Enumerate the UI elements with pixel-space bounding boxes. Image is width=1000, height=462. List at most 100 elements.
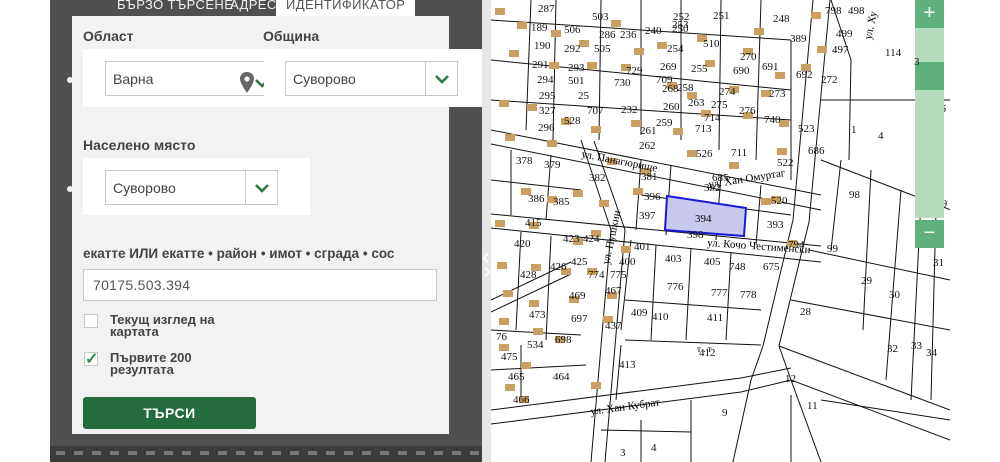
chevron-down-icon[interactable] [245, 171, 277, 204]
parcel-number: 691 [762, 61, 779, 73]
parcel-number: 403 [665, 253, 682, 265]
parcel-number: 272 [821, 74, 838, 86]
parcel-number: 295 [539, 90, 556, 102]
strip-dash [254, 451, 263, 455]
parcel-number: 413 [619, 359, 636, 371]
parcel-number: 425 [571, 256, 588, 268]
parcel-number: 31 [933, 257, 944, 269]
search-button[interactable]: ТЪРСИ [83, 397, 256, 429]
building [811, 12, 821, 19]
building [573, 190, 583, 197]
tab-address[interactable]: АДРЕС [230, 0, 277, 16]
strip-dash [434, 451, 443, 455]
chevron-down-icon[interactable] [425, 62, 457, 95]
building [499, 318, 509, 325]
parcel-number: 385 [553, 196, 570, 208]
parcel-number: 409 [631, 307, 648, 319]
parcel-number: 469 [569, 290, 586, 302]
parcel-number: 675 [763, 261, 780, 273]
parcel-number: 292 [564, 43, 581, 55]
parcel-number: 190 [534, 40, 551, 52]
obshtina-select[interactable]: Суворово [285, 61, 458, 96]
parcel-number: 501 [568, 75, 585, 87]
tab-identifier[interactable]: ИДЕНТИФИКАТОР [276, 0, 416, 16]
naseleno-select[interactable]: Суворово [105, 170, 278, 205]
building [529, 300, 539, 307]
building [517, 22, 527, 29]
parcel-number: 740 [764, 114, 781, 126]
parcel-number: 424 [583, 233, 600, 245]
parcel-number: 274 [719, 86, 736, 98]
cadastral-map[interactable]: 287 503 250 253 251 248 798 498 189 506 286 236 240 2… [491, 0, 950, 462]
oblast-radio[interactable] [67, 77, 73, 83]
tab-quick-search[interactable]: БЪРЗО ТЪРСЕНЕ [117, 0, 233, 16]
parcel-number: 12 [785, 373, 796, 385]
parcel-number: 98 [849, 189, 861, 201]
zoom-slider-track[interactable] [915, 0, 944, 218]
parcel-number: 692 [796, 69, 813, 81]
parcel-number: 711 [731, 147, 747, 159]
parcel-number: 286 [599, 29, 616, 41]
zoom-out-button[interactable]: − [915, 220, 944, 248]
parcel-number: 401 [634, 241, 651, 253]
parcel-number: 774 [588, 269, 605, 281]
current-view-checkbox[interactable] [84, 314, 98, 328]
parcel-number: 296 [538, 122, 555, 134]
parcel-number: 405 [704, 256, 721, 268]
parcel-number: 76 [496, 331, 508, 343]
building [611, 20, 621, 27]
first-200-label-line2: резултата [110, 362, 174, 377]
naseleno-radio[interactable] [67, 186, 73, 192]
building [591, 126, 601, 133]
strip-dash [182, 451, 191, 455]
parcel-number: 777 [711, 287, 728, 299]
parcel-number: 775 [610, 269, 627, 281]
parcel-number: 114 [885, 47, 902, 59]
parcel-number: 397 [639, 210, 656, 222]
parcel-number: 99 [827, 243, 839, 255]
strip-dash [326, 451, 335, 455]
strip-dash [236, 451, 245, 455]
parcel-number: 294 [537, 74, 554, 86]
parcel-number: 248 [773, 13, 790, 25]
building [547, 140, 557, 147]
parcel-number: 697 [571, 313, 588, 325]
identifier-input[interactable]: 70175.503.394 [83, 269, 437, 301]
parcel-number: 382 [589, 172, 606, 184]
building [657, 42, 667, 49]
building [621, 246, 631, 253]
naseleno-select-value: Суворово [113, 180, 176, 196]
parcel-number: 798 [825, 5, 842, 17]
parcel-number: 293 [568, 62, 585, 74]
parcel-number: 520 [771, 195, 788, 207]
parcel-number: 1 [851, 124, 857, 136]
building [499, 100, 509, 107]
parcel-number: 410 [652, 311, 669, 323]
parcel-number: 232 [621, 104, 638, 116]
panel-bottom-strip [50, 446, 482, 462]
parcel-number: 713 [695, 123, 712, 135]
parcel-number: 464 [553, 371, 570, 383]
map-canvas[interactable]: 287503250253251 248798 498189 506 286 236 2402… [491, 0, 950, 462]
parcel-number: 378 [516, 155, 533, 167]
parcel-number: 269 [660, 61, 677, 73]
parcel-number: 386 [528, 193, 545, 205]
building [633, 188, 643, 195]
parcel-number: 34 [926, 347, 938, 359]
building [673, 128, 683, 135]
parcel-number: 534 [527, 339, 544, 351]
parcel-number: 29 [861, 275, 873, 287]
oblast-select[interactable]: Варна [105, 61, 269, 97]
parcel-number: 28 [800, 306, 812, 318]
obshtina-label: Община [263, 28, 320, 44]
parcel-number: 473 [529, 309, 546, 321]
map-pin-icon[interactable] [240, 72, 254, 97]
zoom-in-button[interactable]: + [915, 0, 944, 28]
parcel-number: 423 [563, 233, 580, 245]
current-view-label-line2: картата [110, 324, 159, 339]
parcel-number: 465 [508, 371, 525, 383]
search-tabs: БЪРЗО ТЪРСЕНЕ АДРЕС ИДЕНТИФИКАТОР [72, 0, 432, 16]
panel-divider[interactable] [482, 0, 491, 462]
first-200-checkbox[interactable]: ✓ [84, 351, 98, 368]
parcel-number: 503 [592, 11, 609, 23]
